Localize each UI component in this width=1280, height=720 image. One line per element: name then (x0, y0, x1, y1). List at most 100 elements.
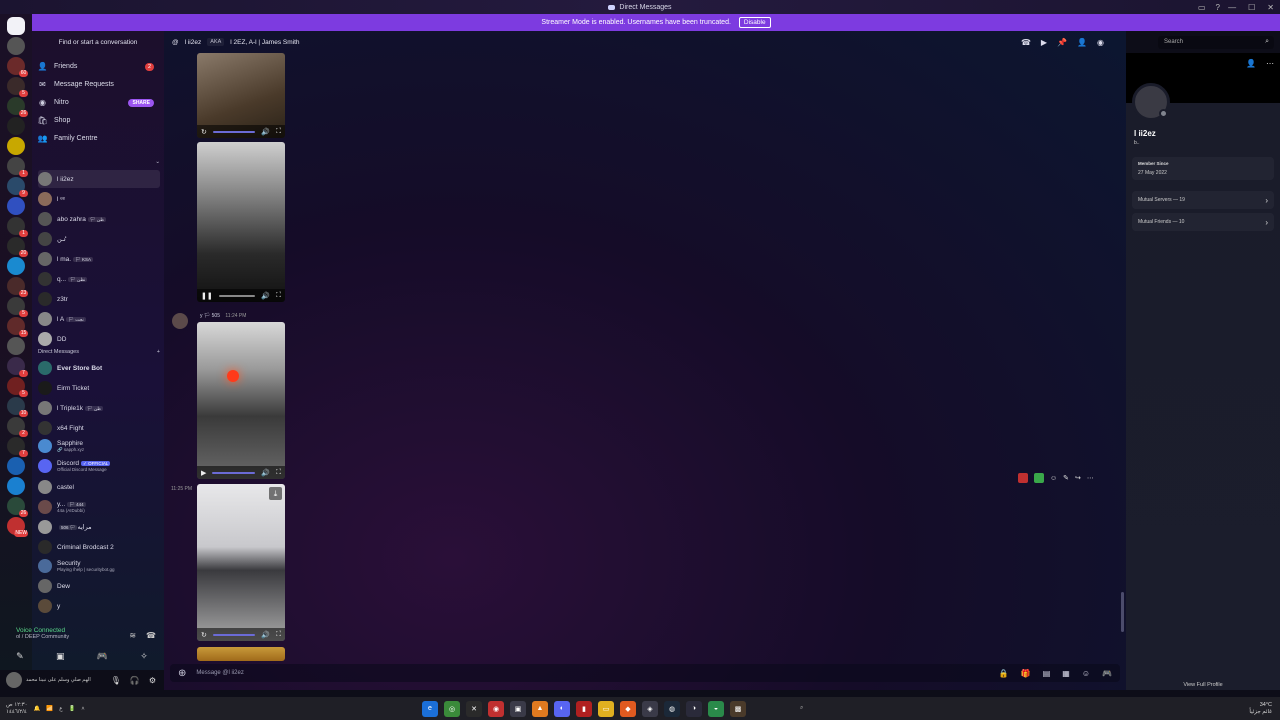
headphones-icon[interactable]: 🎧 (130, 676, 140, 685)
user-profile-icon[interactable]: ◉ (1097, 38, 1104, 47)
video-progress[interactable] (212, 633, 256, 636)
app-icon[interactable]: ◉ (488, 700, 504, 717)
home-dm-button[interactable] (7, 17, 25, 35)
mutual-friends-row[interactable]: Mutual Friends — 10 › (1132, 213, 1274, 231)
replay-icon[interactable]: ↻ (201, 128, 207, 136)
pin-icon[interactable]: 📌 (1057, 38, 1067, 47)
server-icon[interactable]: 5 (7, 377, 28, 397)
dm-item[interactable]: y... 🏳 444 44a (AIDubbi) (38, 498, 160, 516)
app-icon[interactable]: ▣ (510, 700, 526, 717)
app-icon[interactable]: ▮ (576, 700, 592, 717)
server-icon[interactable]: 2 (7, 417, 28, 437)
server-icon[interactable]: 10 (7, 397, 28, 417)
dm-item[interactable]: Security Playing /help | securitybot.gg (38, 557, 160, 575)
brave-icon[interactable]: ◆ (620, 700, 636, 717)
weather-widget[interactable]: 34°C غائم جزئياً (1249, 702, 1272, 716)
server-icon[interactable]: 20 (7, 237, 28, 257)
app-icon[interactable]: ◑ (686, 700, 702, 717)
datetime[interactable]: ١٢:٣٠ ص ١٤٤٦/٢/٤ (6, 702, 28, 716)
forward-icon[interactable]: ↪ (1075, 474, 1081, 482)
server-icon[interactable] (7, 37, 25, 55)
download-icon[interactable]: ⤓ (269, 487, 282, 500)
dm-item[interactable]: Discord ✓ OFFICIAL Official Discord Messag… (38, 457, 160, 475)
dm-item[interactable]: x64 Fight (38, 419, 160, 437)
dm-item[interactable]: l Triple1k 🏳 ظن (38, 399, 160, 417)
plus-icon[interactable]: + (157, 349, 160, 355)
notification-icon[interactable]: 🔔 (34, 706, 41, 712)
steam-icon[interactable]: ◍ (664, 700, 680, 717)
video-attachment[interactable]: ↻ 🔊 ⛶ (197, 53, 285, 138)
dm-item[interactable]: Dew (38, 577, 160, 595)
dm-item[interactable]: l ᵉᵉ (38, 190, 160, 208)
language-indicator[interactable]: ع (59, 706, 62, 712)
pause-icon[interactable]: ❚❚ (201, 292, 213, 300)
server-icon[interactable]: 9 (7, 177, 28, 197)
inbox-icon[interactable]: ▭ (1198, 3, 1206, 12)
noise-suppression-icon[interactable]: ≋ (129, 631, 136, 640)
chat-recipient[interactable]: l ii2ez (185, 39, 202, 46)
emoji-icon[interactable]: ☺ (1082, 669, 1090, 678)
video-attachment[interactable] (197, 647, 285, 661)
video-attachment[interactable]: ▶ 🔊 ⛶ (197, 322, 285, 479)
gift-icon[interactable]: 🎁 (1021, 669, 1031, 678)
server-icon[interactable] (7, 197, 25, 215)
server-icon[interactable] (7, 137, 25, 155)
server-icon[interactable] (7, 117, 25, 135)
dm-item[interactable]: castel (38, 478, 160, 496)
video-progress[interactable] (212, 471, 256, 474)
server-icon[interactable]: 15 (7, 317, 28, 337)
dm-item[interactable]: q... 🏳 نظن (38, 270, 160, 288)
battery-icon[interactable]: 🔋 (69, 706, 76, 712)
server-icon[interactable]: 1 (7, 157, 28, 177)
dm-item[interactable]: Eirm Ticket (38, 379, 160, 397)
minimize-icon[interactable]: — (1228, 3, 1236, 12)
screen-share-icon[interactable]: ▣ (56, 651, 65, 662)
add-reaction-icon[interactable]: ☺ (1050, 475, 1057, 482)
server-icon[interactable]: 26 (7, 497, 28, 517)
nav-family-centre[interactable]: 👥 Family Centre (38, 131, 160, 146)
xbox-icon[interactable]: ✕ (466, 700, 482, 717)
server-icon[interactable]: NEW (7, 517, 28, 537)
fullscreen-icon[interactable]: ⛶ (276, 469, 281, 477)
help-icon[interactable]: ? (1216, 3, 1220, 12)
video-call-icon[interactable]: ▶ (1041, 38, 1047, 47)
video-attachment[interactable]: ❚❚ 🔊 ⛶ (197, 142, 285, 302)
server-icon[interactable]: 1 (7, 217, 28, 237)
disable-streamer-mode-button[interactable]: Disable (738, 17, 771, 28)
gear-icon[interactable]: ⚙ (149, 676, 156, 685)
reaction-check-icon[interactable] (1034, 473, 1044, 483)
disconnect-icon[interactable]: ☎ (146, 631, 156, 640)
fullscreen-icon[interactable]: ⛶ (276, 292, 281, 300)
server-icon[interactable] (7, 477, 25, 495)
server-icon[interactable]: 7 (7, 437, 28, 457)
gif-icon[interactable]: ▤ (1043, 669, 1051, 678)
dm-item[interactable]: l ma. 🏳 KSA (38, 250, 160, 268)
apps-icon[interactable]: 🎮 (1102, 669, 1112, 678)
video-attachment[interactable]: ⤓ ↻ 🔊 ⛶ (197, 484, 285, 641)
dm-item[interactable]: abo zahra 🏳 ظن (38, 210, 160, 228)
maximize-icon[interactable]: ☐ (1248, 3, 1255, 12)
nav-message-requests[interactable]: ✉ Message Requests (38, 77, 160, 92)
edit-icon[interactable]: ✎ (1063, 474, 1069, 482)
edge-icon[interactable]: e (422, 700, 438, 717)
server-icon[interactable] (7, 257, 25, 275)
soundboard-icon[interactable]: ✧ (140, 651, 148, 662)
server-icon[interactable]: 5 (7, 297, 28, 317)
more-icon[interactable]: ⋯ (1087, 474, 1094, 482)
wifi-icon[interactable]: 📶 (46, 706, 53, 712)
server-icon[interactable]: 23 (7, 277, 28, 297)
activity-icon[interactable]: 🎮 (97, 651, 108, 662)
microphone-icon[interactable]: 🎙 (111, 676, 121, 685)
more-icon[interactable]: ⋯ (1266, 59, 1274, 68)
lock-icon[interactable]: 🔒 (999, 669, 1009, 678)
file-explorer-icon[interactable]: ▭ (598, 700, 614, 717)
user-avatar[interactable] (6, 672, 22, 688)
dm-item[interactable]: l A 🏳 نجت (38, 310, 160, 328)
find-conversation-input[interactable]: Find or start a conversation (36, 35, 160, 49)
add-friend-icon[interactable]: 👤 (1077, 38, 1087, 47)
volume-icon[interactable]: 🔊 (261, 631, 270, 639)
message-composer[interactable]: ⊕ Message @l ii2ez 🔒 🎁 ▤ ▦ ☺ 🎮 (170, 664, 1120, 682)
app-icon[interactable]: ▩ (730, 700, 746, 717)
video-progress[interactable] (212, 130, 256, 133)
message-author-avatar[interactable] (172, 313, 188, 329)
